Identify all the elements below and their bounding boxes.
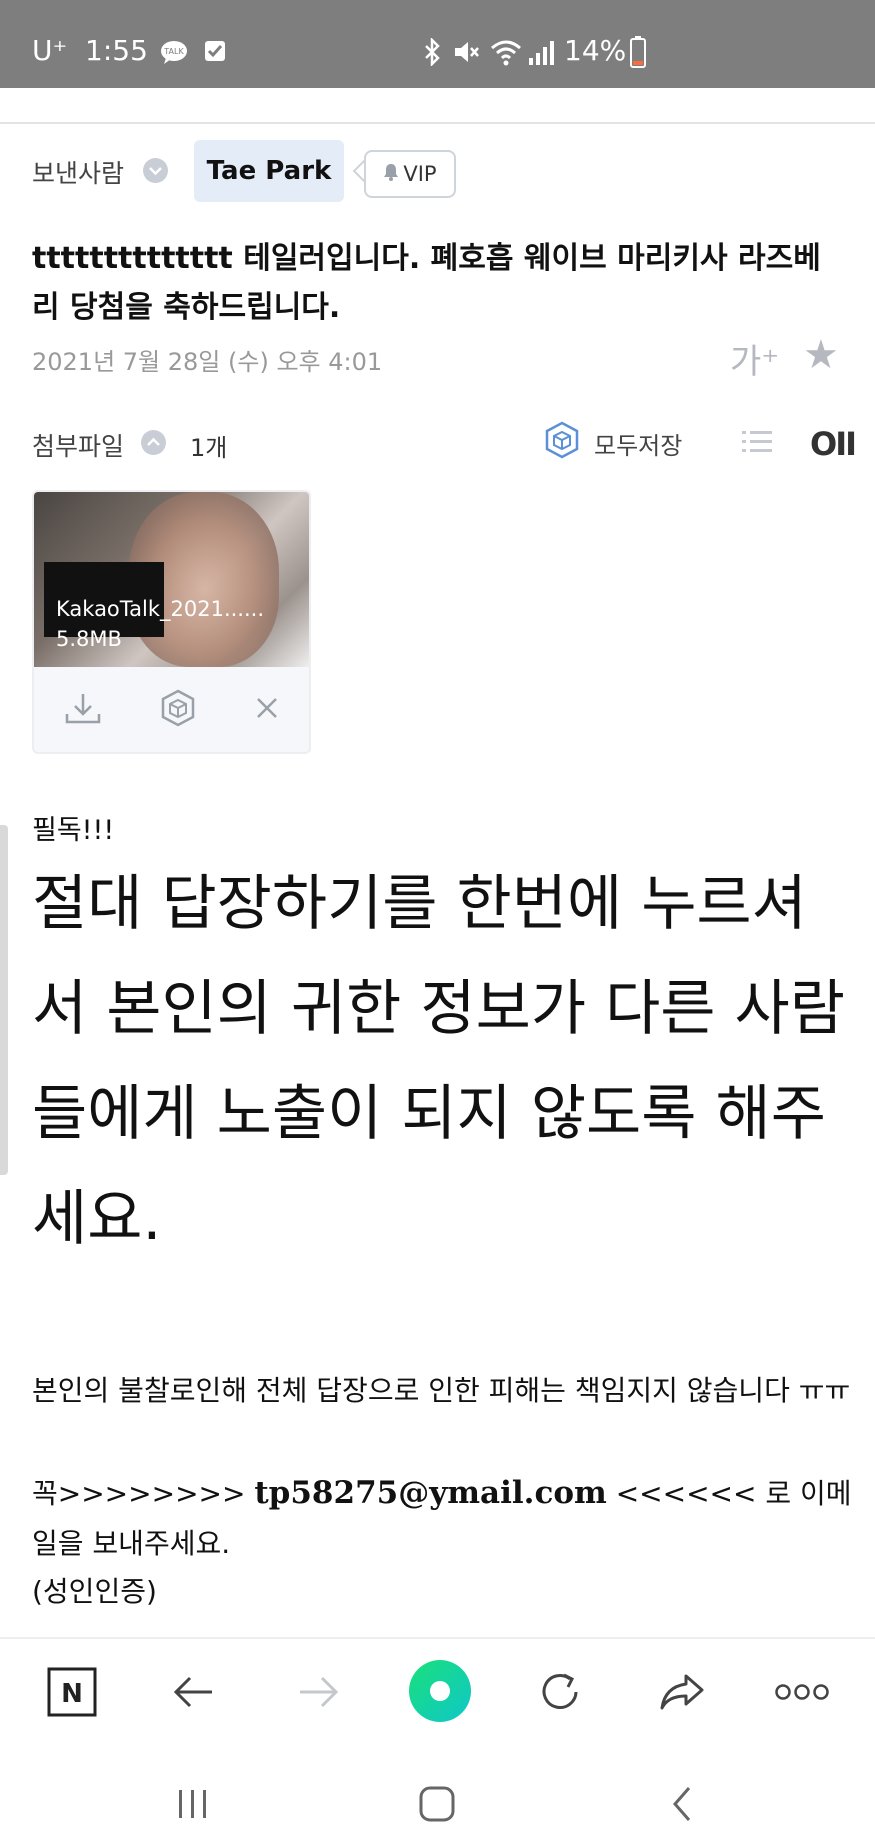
back-arrow-icon[interactable] [162,1660,226,1724]
sender-label: 보낸사람 [32,159,125,188]
email-instruction: 꼭>>>>>>>> tp58275@ymail.com <<<<<< 로 이메일… [32,1468,852,1569]
wifi-icon [490,38,522,70]
mail-subject: tttttttttttttt 테일러입니다. 폐호흡 웨이브 마리키사 라즈베리… [32,241,821,325]
download-icon[interactable] [63,690,103,730]
save-all-button[interactable]: 모두저장 [544,420,682,466]
home-icon[interactable] [407,1778,467,1830]
share-icon[interactable] [650,1660,714,1724]
close-icon[interactable] [253,694,281,726]
battery-icon [630,36,646,72]
attachments-label: 첨부파일 [32,432,125,461]
toolbar-divider [0,1637,875,1639]
list-view-icon[interactable] [740,425,774,459]
font-size-icon[interactable]: 가⁺ [730,334,779,383]
notice-text: 본인의 불찰로인해 전체 답장으로 인한 피해는 책임지지 않습니다 ㅠㅠ [32,1374,851,1407]
attachment-size: 5.8MB [56,627,122,651]
browser-toolbar: N [0,1640,875,1750]
svg-text:N: N [61,1679,83,1709]
cube-icon[interactable] [160,689,196,731]
recent-apps-icon[interactable] [163,1778,223,1830]
scroll-indicator[interactable] [0,825,8,1175]
battery-percent: 14% [564,34,627,67]
talk-notification-icon: TALK [160,40,188,68]
status-time: 1:55 [85,34,148,67]
adult-verification-text: (성인인증) [32,1575,157,1608]
signal-icon [528,40,554,70]
checkbox-notification-icon [204,40,226,66]
must-read-label: 필독!!! [32,815,115,846]
cube-icon [544,421,580,465]
android-nav-bar [0,1760,875,1847]
email-prefix: 꼭>>>>>>>> [32,1477,255,1510]
vip-label: VIP [403,162,437,186]
vip-button[interactable]: VIP [364,150,456,198]
back-icon[interactable] [652,1778,712,1830]
more-options-icon[interactable] [770,1660,834,1724]
bluetooth-icon [422,36,442,70]
attachment-actions [34,667,309,752]
mute-icon [452,38,480,70]
star-icon[interactable]: ★ [803,332,839,378]
forward-arrow-icon[interactable] [286,1660,350,1724]
header-divider [0,122,875,124]
bell-icon [383,162,399,186]
green-dot-icon[interactable] [405,1656,475,1726]
chevron-up-icon[interactable] [141,430,166,455]
carrier-label: U⁺ [32,34,68,67]
attachments-count: 1개 [190,434,228,462]
chevron-down-icon[interactable] [143,158,168,183]
warning-text: 절대 답장하기를 한번에 누르셔서 본인의 귀한 정보가 다른 사람들에게 노출… [32,869,845,1254]
sender-name-chip[interactable]: Tae Park [194,140,344,202]
naver-home-icon[interactable]: N [40,1660,104,1724]
attachment-filename: KakaoTalk_2021...... [56,597,264,621]
refresh-icon[interactable] [528,1660,592,1724]
email-link[interactable]: tp58275@ymail.com [254,1475,606,1511]
save-all-label: 모두저장 [594,431,683,460]
attachment-card[interactable]: KakaoTalk_2021...... 5.8MB [32,490,311,754]
status-bar: U⁺ 1:55 TALK 14% [0,0,875,88]
mail-date: 2021년 7월 28일 (수) 오후 4:01 [32,348,383,376]
thumbnail-view-icon[interactable]: OII [810,425,857,463]
svg-text:TALK: TALK [163,47,184,56]
